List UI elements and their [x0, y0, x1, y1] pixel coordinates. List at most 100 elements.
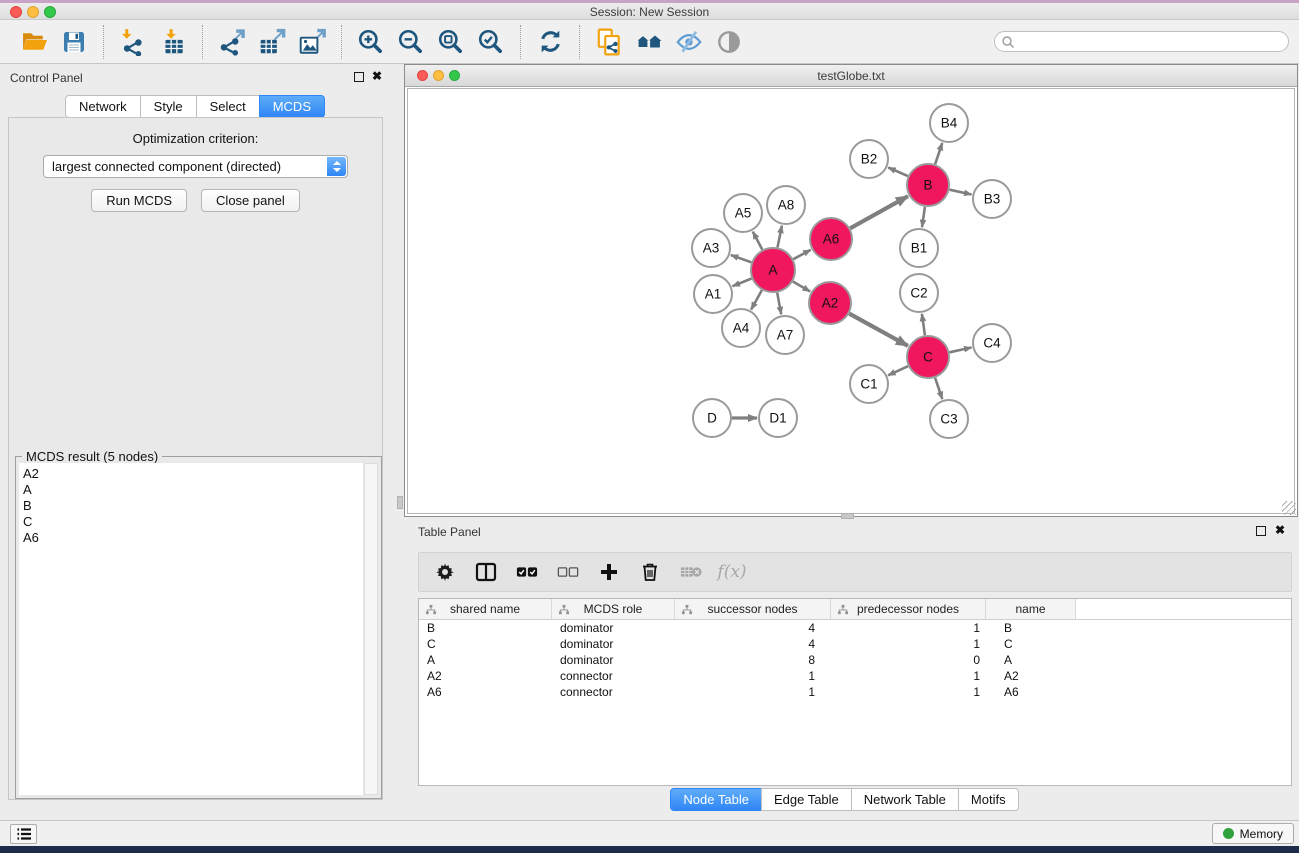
result-item[interactable]: B [23, 498, 363, 514]
import-table-icon[interactable] [158, 27, 188, 57]
result-item[interactable]: A6 [23, 530, 363, 546]
float-table-panel-icon[interactable] [1256, 526, 1266, 536]
close-panel-button[interactable]: Close panel [201, 189, 300, 212]
zoom-out-icon[interactable] [396, 27, 426, 57]
edge-A-A3[interactable] [731, 255, 752, 262]
show-columns-icon[interactable] [475, 561, 497, 583]
edge-C-C1[interactable] [888, 366, 908, 375]
refresh-view-icon[interactable] [535, 27, 565, 57]
mcds-result-list[interactable]: A2ABCA6 [19, 463, 363, 795]
tab-mcds[interactable]: MCDS [259, 95, 325, 118]
result-list-scrollbar[interactable] [364, 463, 378, 795]
show-all-views-icon[interactable] [634, 27, 664, 57]
column-header-successor-nodes[interactable]: successor nodes [675, 599, 831, 619]
edge-B-B4[interactable] [935, 143, 942, 164]
table-row[interactable]: A2connector11A2 [419, 668, 1291, 684]
vertical-scroll-nub[interactable] [397, 496, 403, 509]
edge-A-A6[interactable] [793, 250, 810, 259]
search-input[interactable] [994, 31, 1289, 52]
node-B3[interactable]: B3 [973, 180, 1011, 218]
network-window-titlebar[interactable]: testGlobe.txt [405, 65, 1297, 87]
tab-style[interactable]: Style [140, 95, 197, 118]
node-B[interactable]: B [907, 164, 949, 206]
node-B4[interactable]: B4 [930, 104, 968, 142]
node-A4[interactable]: A4 [722, 309, 760, 347]
result-item[interactable]: A [23, 482, 363, 498]
node-A7[interactable]: A7 [766, 316, 804, 354]
deselect-all-icon[interactable] [557, 561, 579, 583]
zoom-in-icon[interactable] [356, 27, 386, 57]
add-row-icon[interactable] [598, 561, 620, 583]
horizontal-scroll-nub[interactable] [841, 513, 854, 519]
tab-select[interactable]: Select [196, 95, 260, 118]
hide-view-icon[interactable] [674, 27, 704, 57]
node-A6[interactable]: A6 [810, 218, 852, 260]
node-C1[interactable]: C1 [850, 365, 888, 403]
tab-network-table[interactable]: Network Table [851, 788, 959, 811]
table-row[interactable]: Bdominator41B [419, 620, 1291, 636]
column-header-shared-name[interactable]: shared name [419, 599, 552, 619]
task-history-button[interactable] [10, 824, 37, 844]
edge-B-B2[interactable] [888, 168, 908, 177]
export-image-icon[interactable] [297, 27, 327, 57]
tab-motifs[interactable]: Motifs [958, 788, 1019, 811]
zoom-fit-icon[interactable] [436, 27, 466, 57]
node-D[interactable]: D [693, 399, 731, 437]
criterion-select[interactable]: largest connected component (directed) [43, 155, 348, 178]
duplicate-network-view-icon[interactable] [594, 27, 624, 57]
select-all-icon[interactable] [516, 561, 538, 583]
select-stepper-icon[interactable] [327, 157, 346, 176]
edge-A-A7[interactable] [777, 293, 781, 315]
run-mcds-button[interactable]: Run MCDS [91, 189, 187, 212]
apply-function-icon[interactable]: f(x) [721, 561, 743, 583]
float-panel-icon[interactable] [354, 72, 364, 82]
memory-button[interactable]: Memory [1212, 823, 1294, 844]
node-A8[interactable]: A8 [767, 186, 805, 224]
import-network-icon[interactable] [118, 27, 148, 57]
node-B2[interactable]: B2 [850, 140, 888, 178]
node-table[interactable]: shared nameMCDS rolesuccessor nodesprede… [418, 598, 1292, 786]
node-C3[interactable]: C3 [930, 400, 968, 438]
node-A3[interactable]: A3 [692, 229, 730, 267]
edge-A6-B[interactable] [850, 196, 908, 228]
delete-table-icon[interactable] [680, 561, 702, 583]
tab-edge-table[interactable]: Edge Table [761, 788, 852, 811]
result-item[interactable]: A2 [23, 466, 363, 482]
tab-node-table[interactable]: Node Table [670, 788, 762, 811]
node-A2[interactable]: A2 [809, 282, 851, 324]
preview-view-icon[interactable] [714, 27, 744, 57]
edge-B-B1[interactable] [922, 207, 925, 227]
edge-A-A1[interactable] [733, 279, 752, 287]
table-row[interactable]: Cdominator41C [419, 636, 1291, 652]
node-B1[interactable]: B1 [900, 229, 938, 267]
edge-C-C2[interactable] [922, 314, 925, 335]
node-A1[interactable]: A1 [694, 275, 732, 313]
network-graph[interactable]: B4B2BB3A5A8A6A3B1AA1C2A2A4A7C4CC1C3DD1 [408, 89, 1294, 513]
column-header-MCDS-role[interactable]: MCDS role [552, 599, 675, 619]
export-table-icon[interactable] [257, 27, 287, 57]
node-C2[interactable]: C2 [900, 274, 938, 312]
column-header-predecessor-nodes[interactable]: predecessor nodes [831, 599, 986, 619]
tab-network[interactable]: Network [65, 95, 141, 118]
zoom-selected-icon[interactable] [476, 27, 506, 57]
edge-C-C3[interactable] [935, 378, 942, 399]
edge-C-C4[interactable] [950, 348, 972, 353]
node-D1[interactable]: D1 [759, 399, 797, 437]
network-canvas[interactable]: B4B2BB3A5A8A6A3B1AA1C2A2A4A7C4CC1C3DD1 [407, 88, 1295, 514]
node-A[interactable]: A [751, 248, 795, 292]
edge-A-A4[interactable] [751, 290, 762, 310]
column-header-name[interactable]: name [986, 599, 1076, 619]
edge-B-B3[interactable] [950, 190, 972, 195]
edge-A2-C[interactable] [849, 314, 908, 346]
save-session-icon[interactable] [59, 27, 89, 57]
table-row[interactable]: A6connector11A6 [419, 684, 1291, 700]
table-settings-icon[interactable] [434, 561, 456, 583]
delete-row-icon[interactable] [639, 561, 661, 583]
edge-A-A8[interactable] [778, 226, 782, 248]
edge-A-A5[interactable] [753, 232, 763, 250]
node-C[interactable]: C [907, 336, 949, 378]
edge-A-A2[interactable] [793, 282, 810, 292]
node-C4[interactable]: C4 [973, 324, 1011, 362]
resize-grip-icon[interactable] [1282, 501, 1296, 515]
close-panel-icon[interactable]: ✖ [372, 69, 382, 83]
